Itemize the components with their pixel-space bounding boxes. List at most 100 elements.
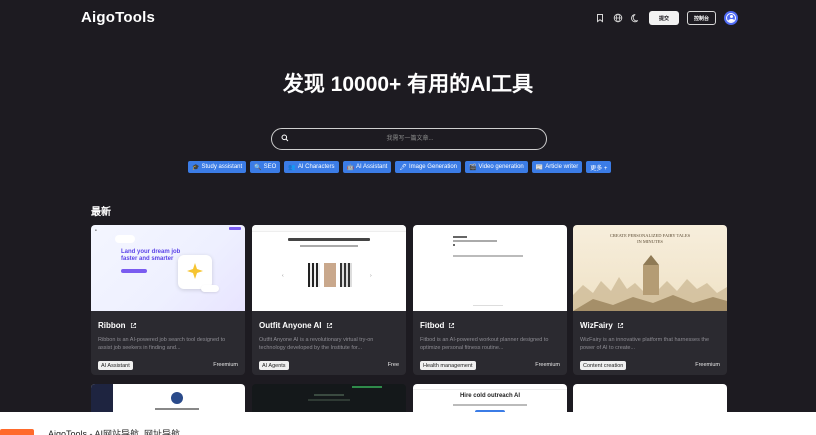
thumb-text-bar xyxy=(314,394,344,396)
thumb-outfit-image xyxy=(324,263,336,287)
bottom-caption: AigoTools - AI网站导航, 网址导航 xyxy=(48,429,181,435)
search-input[interactable] xyxy=(294,132,526,146)
cloud-icon xyxy=(115,235,135,243)
thumb-footer-bar xyxy=(473,305,503,306)
card-description: Outfit Anyone AI is a revolutionary virt… xyxy=(259,337,374,351)
external-link-icon[interactable] xyxy=(326,322,333,329)
chevron-left-icon: ‹ xyxy=(282,273,284,279)
tool-card-ribbon[interactable]: ● Land your dream job faster and smarter… xyxy=(91,225,245,375)
tag-label: AI Characters xyxy=(297,164,335,170)
graduation-cap-icon: 🎓 xyxy=(192,164,200,171)
tag-label: Image Generation xyxy=(408,164,457,170)
external-link-icon[interactable] xyxy=(617,322,624,329)
thumb-sidebar xyxy=(91,384,113,412)
card-category-tag[interactable]: AI Agents xyxy=(259,361,289,370)
tag-more[interactable]: 更多 + xyxy=(586,161,612,173)
thumb-headline: CREATE PERSONALIZED FAIRY TALES IN MINUT… xyxy=(609,233,691,244)
card-title[interactable]: Outfit Anyone AI xyxy=(259,321,333,330)
card-thumbnail xyxy=(413,225,567,311)
logo[interactable]: AigoTools xyxy=(81,9,155,26)
people-icon: 👥 xyxy=(288,164,296,171)
robot-icon: 🤖 xyxy=(346,164,354,171)
tag-label: Study assistant xyxy=(201,164,243,170)
tool-card-fitbod[interactable]: Fitbod Fitbod is an AI-powered workout p… xyxy=(413,225,567,375)
avatar[interactable] xyxy=(724,11,738,25)
tag-label: 更多 + xyxy=(590,165,608,172)
card-title-text: Outfit Anyone AI xyxy=(259,321,322,330)
card-category-tag[interactable]: Health management xyxy=(420,361,476,370)
tag-label: Video generation xyxy=(478,164,524,170)
card-category-tag[interactable]: Content creation xyxy=(580,361,627,370)
tag-label: SEO xyxy=(263,164,277,170)
tool-card-row2-4[interactable] xyxy=(573,384,727,412)
moon-icon[interactable] xyxy=(631,13,641,23)
search-icon xyxy=(281,134,289,142)
thumb-logo: ● xyxy=(95,228,97,232)
card-category-tag[interactable]: AI Assistant xyxy=(98,361,133,370)
tag-image-generation[interactable]: 🖊 Image Generation xyxy=(395,161,461,173)
card-description: WizFairy is an innovative platform that … xyxy=(580,337,710,351)
magnifier-icon: 🔍 xyxy=(254,164,262,171)
thumb-cta-icon xyxy=(229,227,241,230)
card-title[interactable]: Fitbod xyxy=(420,321,455,330)
thumb-text-bar xyxy=(155,408,199,410)
globe-icon[interactable] xyxy=(613,13,623,23)
submit-button[interactable]: 提交 xyxy=(648,11,679,25)
tool-card-row2-3[interactable]: Hire cold outreach AI xyxy=(413,384,567,412)
card-thumbnail: ‹ › xyxy=(252,225,406,311)
header-actions: 提交 控制台 xyxy=(595,11,738,25)
card-title-text: Fitbod xyxy=(420,321,445,330)
thumb-subheading-bar xyxy=(300,245,358,247)
pen-icon: 🖊 xyxy=(399,164,407,171)
bookmark-icon[interactable] xyxy=(595,13,605,23)
section-title-latest: 最新 xyxy=(91,207,111,218)
thumb-logo-bar xyxy=(453,236,467,238)
tool-card-outfit-anyone[interactable]: ‹ › Outfit Anyone AI Outfit Anyone AI is… xyxy=(252,225,406,375)
card-title-text: WizFairy xyxy=(580,321,613,330)
card-thumbnail: CREATE PERSONALIZED FAIRY TALES IN MINUT… xyxy=(573,225,727,311)
page-root: AigoTools 提交 控制台 发现 10000+ 有用的AI工具 🎓Stud… xyxy=(0,0,816,412)
tool-card-row2-2[interactable] xyxy=(252,384,406,412)
browser-bottom-strip: AigoTools - AI网站导航, 网址导航 xyxy=(0,412,816,435)
console-button[interactable]: 控制台 xyxy=(686,11,716,25)
card-pricing: Freemium xyxy=(695,362,720,368)
tag-article-writer[interactable]: 📰 Article writer xyxy=(531,161,583,173)
thumb-outfit-image xyxy=(340,263,352,287)
newspaper-icon: 📰 xyxy=(535,164,544,171)
thumb-nav xyxy=(413,384,567,390)
thumb-dot xyxy=(453,244,455,246)
sparkle-icon xyxy=(187,263,203,279)
tag-label: Article writer xyxy=(545,164,579,170)
card-title[interactable]: Ribbon xyxy=(98,321,137,330)
tag-video-generation[interactable]: 🎬 Video generation xyxy=(465,161,528,173)
search-bar[interactable] xyxy=(271,128,547,150)
thumb-text-bar xyxy=(453,404,527,406)
card-title-text: Ribbon xyxy=(98,321,126,330)
card-title[interactable]: WizFairy xyxy=(580,321,624,330)
clapper-icon: 🎬 xyxy=(469,164,477,171)
thumb-emblem-icon xyxy=(171,392,183,404)
thumb-text-bar xyxy=(308,399,350,401)
external-link-icon[interactable] xyxy=(448,322,455,329)
cloud-icon xyxy=(201,285,219,292)
tag-seo[interactable]: 🔍 SEO xyxy=(250,161,281,173)
card-pricing: Free xyxy=(387,362,399,368)
thumb-heading-bar xyxy=(288,238,370,241)
castle-forest-icon xyxy=(573,255,727,311)
tool-card-row2-1[interactable] xyxy=(91,384,245,412)
card-pricing: Freemium xyxy=(213,362,238,368)
tag-ai-characters[interactable]: 👥 AI Characters xyxy=(284,161,339,173)
card-thumbnail: ● Land your dream job faster and smarter xyxy=(91,225,245,311)
hero-title: 发现 10000+ 有用的AI工具 xyxy=(282,73,534,96)
tool-card-wizfairy[interactable]: CREATE PERSONALIZED FAIRY TALES IN MINUT… xyxy=(573,225,727,375)
thumb-headline: Hire cold outreach AI xyxy=(459,393,521,399)
thumb-nav xyxy=(252,225,406,232)
tag-ai-assistant[interactable]: 🤖 AI Assistant xyxy=(342,161,392,173)
tag-study-assistant[interactable]: 🎓 Study assistant xyxy=(188,161,247,173)
tag-label: AI Assistant xyxy=(355,164,388,170)
card-pricing: Freemium xyxy=(535,362,560,368)
thumb-accent-bar xyxy=(352,386,382,388)
external-link-icon[interactable] xyxy=(130,322,137,329)
bottom-badge xyxy=(0,429,34,435)
card-description: Ribbon is an AI-powered job search tool … xyxy=(98,337,226,351)
